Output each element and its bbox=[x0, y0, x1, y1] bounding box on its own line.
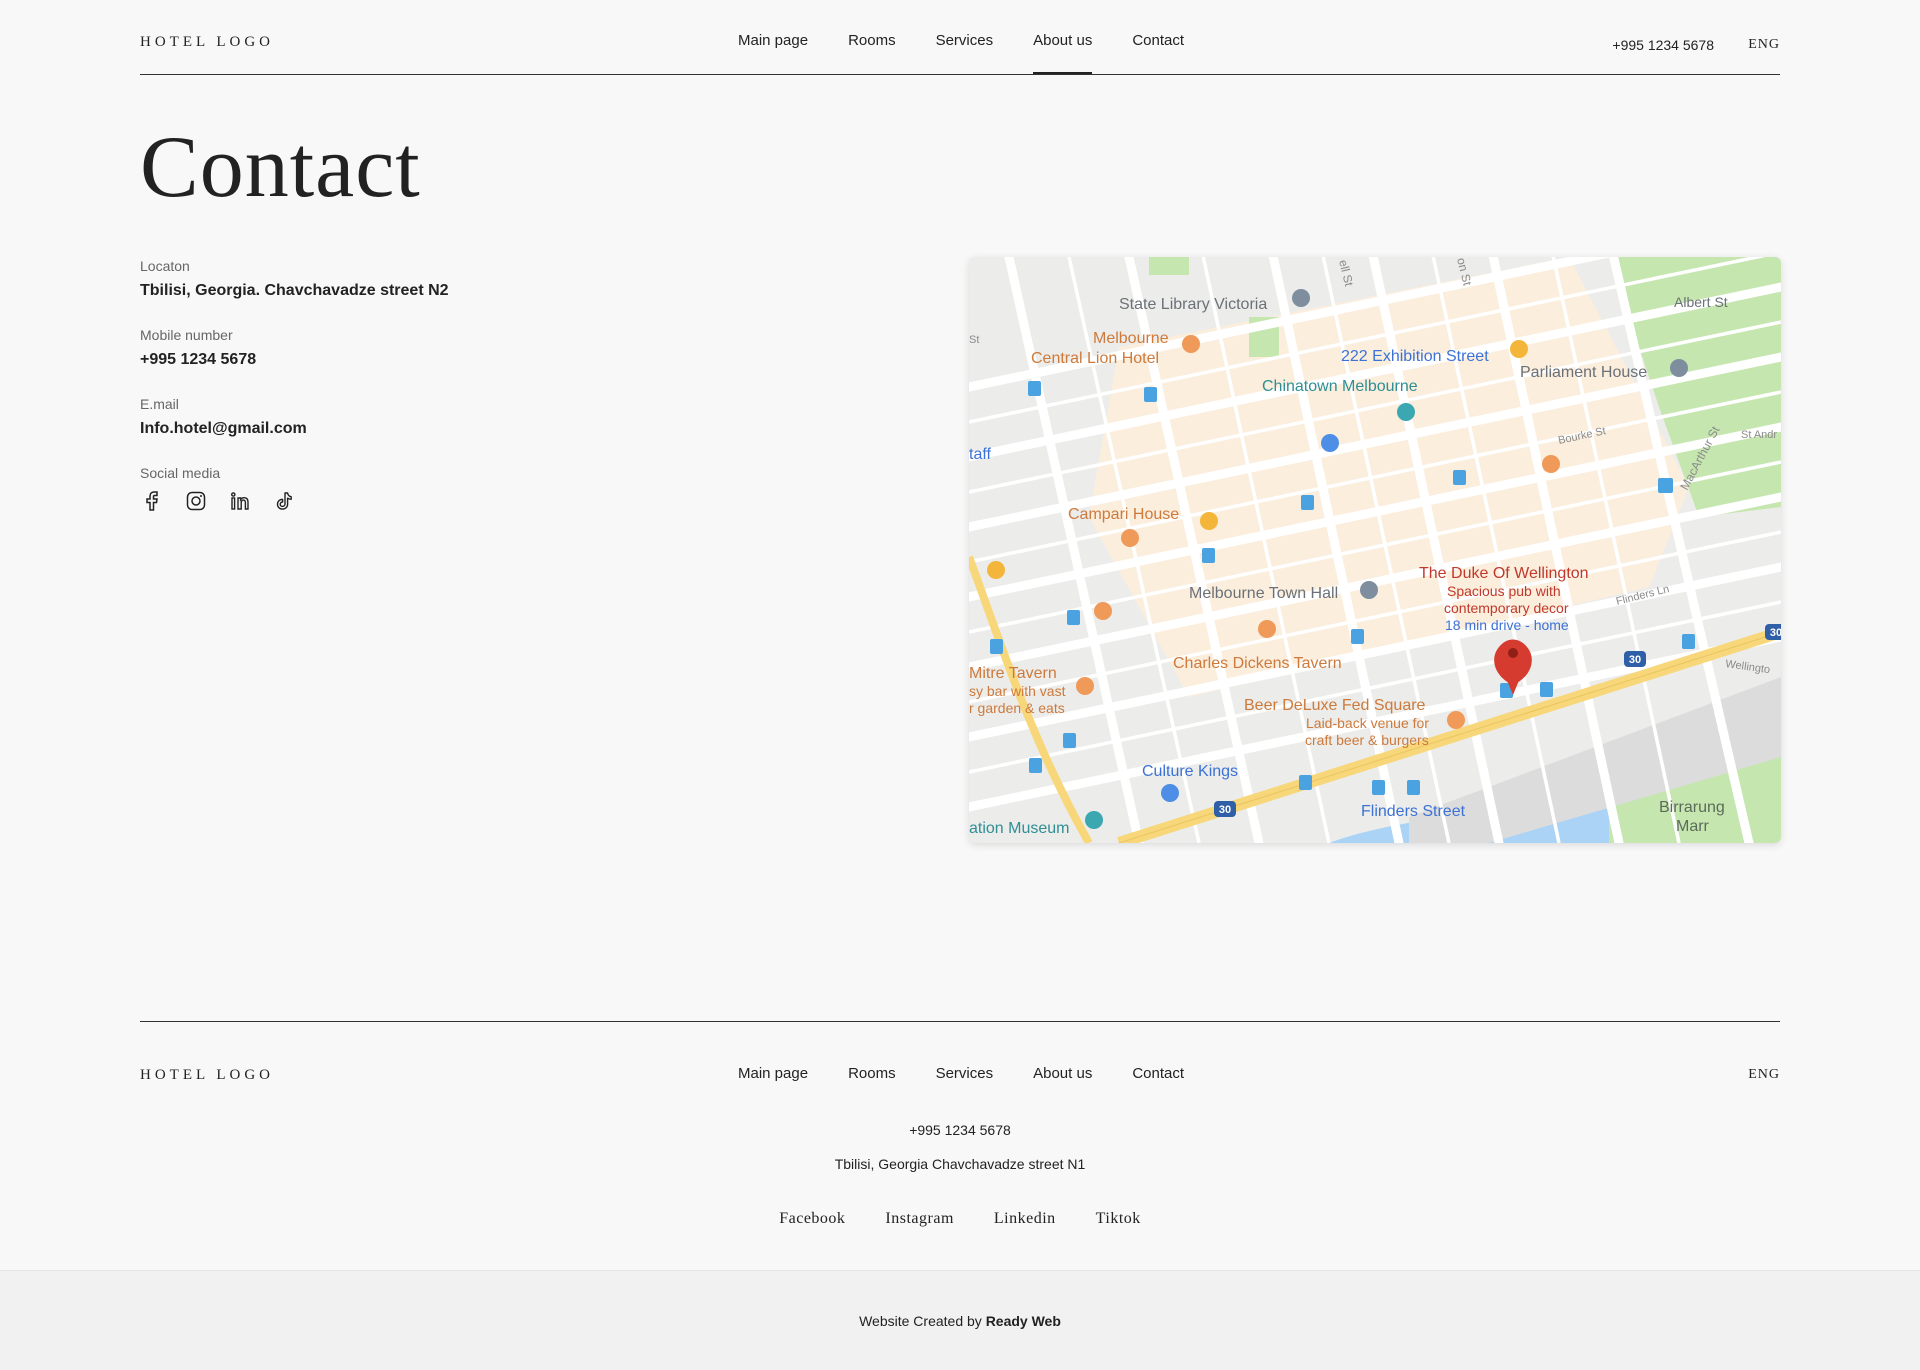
label-mitre: Mitre Tavern bbox=[969, 665, 1057, 682]
contact-info: Locaton Tbilisi, Georgia. Chavchavadze s… bbox=[140, 258, 449, 513]
footer-linkedin-link[interactable]: Linkedin bbox=[994, 1210, 1056, 1228]
label-albert-st: Albert St bbox=[1674, 294, 1728, 310]
label-beer-desc2: craft beer & burgers bbox=[1305, 732, 1429, 748]
label-st-andrews: St Andr bbox=[1741, 429, 1777, 441]
svg-text:30: 30 bbox=[1629, 654, 1641, 666]
footer-instagram-link[interactable]: Instagram bbox=[885, 1210, 953, 1228]
label-birrarung-1: Birrarung bbox=[1659, 799, 1725, 816]
hotel-logo[interactable]: HOTEL LOGO bbox=[140, 34, 274, 51]
language-switcher[interactable]: ENG bbox=[1748, 37, 1780, 53]
facebook-icon[interactable] bbox=[140, 489, 164, 513]
credit-text: Website Created by Ready Web bbox=[0, 1313, 1920, 1329]
location-map[interactable]: 30 30 30 State Library Victoria Melbourn… bbox=[969, 257, 1781, 843]
label-melbourne: Melbourne bbox=[1093, 330, 1169, 347]
footer-nav-services[interactable]: Services bbox=[936, 1065, 994, 1107]
footer-nav-rooms[interactable]: Rooms bbox=[848, 1065, 896, 1107]
label-mitre-desc2: r garden & eats bbox=[969, 700, 1065, 716]
label-charles: Charles Dickens Tavern bbox=[1173, 655, 1342, 672]
location-value: Tbilisi, Georgia. Chavchavadze street N2 bbox=[140, 282, 449, 299]
nav-rooms[interactable]: Rooms bbox=[848, 32, 896, 74]
footer-facebook-link[interactable]: Facebook bbox=[779, 1210, 845, 1228]
footer-nav-contact[interactable]: Contact bbox=[1132, 1065, 1184, 1107]
email-label: E.mail bbox=[140, 396, 179, 412]
label-mitre-desc1: sy bar with vast bbox=[969, 683, 1066, 699]
label-staff: taff bbox=[969, 446, 992, 463]
label-museum: ation Museum bbox=[969, 820, 1070, 837]
credit-brand-link[interactable]: Ready Web bbox=[986, 1313, 1061, 1329]
label-exhibition: 222 Exhibition Street bbox=[1341, 348, 1489, 365]
label-duke-desc2: contemporary decor bbox=[1444, 600, 1569, 616]
label-birrarung-2: Marr bbox=[1676, 818, 1710, 835]
nav-contact[interactable]: Contact bbox=[1132, 32, 1184, 74]
footer-social-links: Facebook Instagram Linkedin Tiktok bbox=[140, 1210, 1780, 1228]
footer-language-switcher[interactable]: ENG bbox=[1748, 1067, 1780, 1083]
footer-logo[interactable]: HOTEL LOGO bbox=[140, 1067, 274, 1084]
label-beer-desc1: Laid-back venue for bbox=[1306, 715, 1429, 731]
header-phone[interactable]: +995 1234 5678 bbox=[1612, 37, 1714, 53]
mobile-value[interactable]: +995 1234 5678 bbox=[140, 351, 449, 369]
credit-bar: Website Created by Ready Web bbox=[0, 1270, 1920, 1370]
social-label: Social media bbox=[140, 465, 221, 481]
label-beer: Beer DeLuxe Fed Square bbox=[1244, 697, 1426, 714]
page-title: Contact bbox=[140, 119, 421, 216]
footer-phone[interactable]: +995 1234 5678 bbox=[140, 1122, 1780, 1138]
footer-nav-about-us[interactable]: About us bbox=[1033, 1065, 1092, 1107]
location-label: Locaton bbox=[140, 258, 190, 274]
main-nav: Main page Rooms Services About us Contac… bbox=[738, 32, 1224, 74]
instagram-icon[interactable] bbox=[184, 489, 208, 513]
label-culture: Culture Kings bbox=[1142, 763, 1238, 780]
footer-nav: Main page Rooms Services About us Contac… bbox=[738, 1065, 1224, 1107]
svg-text:30: 30 bbox=[1219, 804, 1231, 816]
label-flinders: Flinders Street bbox=[1361, 803, 1466, 820]
footer-address: Tbilisi, Georgia Chavchavadze street N1 bbox=[834, 1156, 1086, 1172]
credit-prefix: Website Created by bbox=[859, 1313, 982, 1329]
social-icons bbox=[140, 489, 449, 513]
label-parliament: Parliament House bbox=[1520, 364, 1647, 381]
linkedin-icon[interactable] bbox=[228, 489, 252, 513]
nav-main-page[interactable]: Main page bbox=[738, 32, 808, 74]
label-duke: The Duke Of Wellington bbox=[1419, 565, 1589, 582]
footer-nav-main-page[interactable]: Main page bbox=[738, 1065, 808, 1107]
site-footer: HOTEL LOGO Main page Rooms Services Abou… bbox=[140, 1021, 1780, 1277]
email-value[interactable]: Info.hotel@gmail.com bbox=[140, 420, 449, 438]
site-header: HOTEL LOGO Main page Rooms Services Abou… bbox=[140, 0, 1780, 75]
nav-about-us[interactable]: About us bbox=[1033, 32, 1093, 74]
tiktok-icon[interactable] bbox=[272, 489, 296, 513]
label-duke-desc1: Spacious pub with bbox=[1447, 583, 1561, 599]
footer-tiktok-link[interactable]: Tiktok bbox=[1096, 1210, 1141, 1228]
label-central-lion: Central Lion Hotel bbox=[1031, 350, 1159, 367]
label-campari: Campari House bbox=[1068, 506, 1179, 523]
svg-text:30: 30 bbox=[1770, 627, 1781, 639]
nav-services[interactable]: Services bbox=[936, 32, 994, 74]
mobile-label: Mobile number bbox=[140, 327, 233, 343]
label-duke-drive: 18 min drive - home bbox=[1445, 617, 1569, 633]
label-state-library: State Library Victoria bbox=[1119, 296, 1267, 313]
map-park-top bbox=[1149, 257, 1189, 275]
label-st-left: St bbox=[969, 334, 979, 346]
label-town-hall: Melbourne Town Hall bbox=[1189, 585, 1338, 602]
label-chinatown: Chinatown Melbourne bbox=[1262, 378, 1418, 395]
